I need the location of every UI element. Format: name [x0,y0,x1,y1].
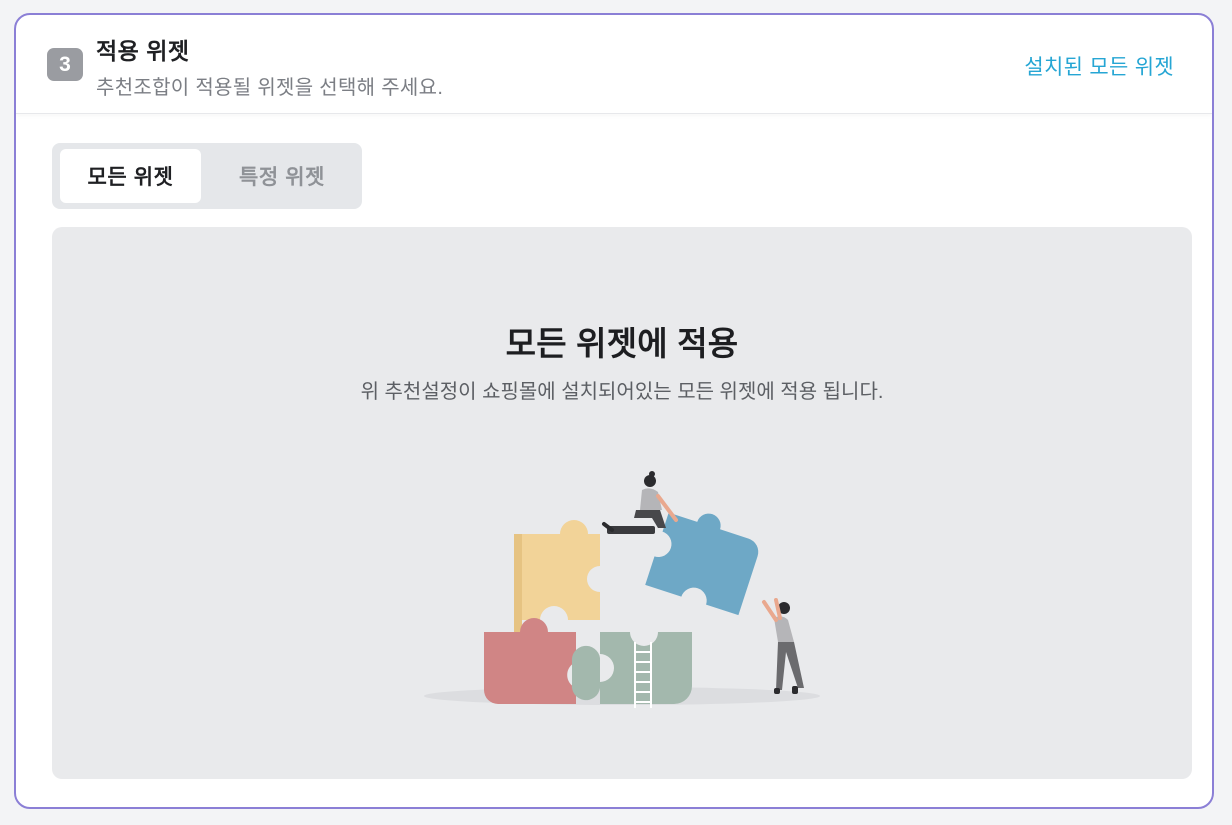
section-header: 3 적용 위젯 추천조합이 적용될 위젯을 선택해 주세요. 설치된 모든 위젯 [16,15,1212,114]
section-subtitle: 추천조합이 적용될 위젯을 선택해 주세요. [96,77,444,99]
widget-scope-toggle: 모든 위젯 특정 위젯 [52,143,362,209]
step-number-badge: 3 [47,48,83,81]
tab-all-widgets[interactable]: 모든 위젯 [60,149,201,203]
puzzle-piece-blue [645,512,759,616]
puzzle-piece-green [571,632,692,704]
puzzle-piece-yellow [514,520,600,632]
installed-widgets-link[interactable]: 설치된 모든 위젯 [1024,51,1174,81]
puzzle-piece-red [484,618,576,704]
puzzle-teamwork-illustration [424,471,820,708]
section-title: 적용 위젯 [96,38,190,64]
person-lifting [762,598,804,694]
panel-title: 모든 위젯에 적용 [505,325,739,362]
panel-description: 위 추천설정이 쇼핑몰에 설치되어있는 모든 위젯에 적용 됩니다. [360,381,884,403]
widget-settings-card: 3 적용 위젯 추천조합이 적용될 위젯을 선택해 주세요. 설치된 모든 위젯… [14,13,1214,809]
tab-specific-widgets[interactable]: 특정 위젯 [207,149,357,203]
all-widgets-panel: 모든 위젯에 적용 위 추천설정이 쇼핑몰에 설치되어있는 모든 위젯에 적용 … [52,227,1192,779]
